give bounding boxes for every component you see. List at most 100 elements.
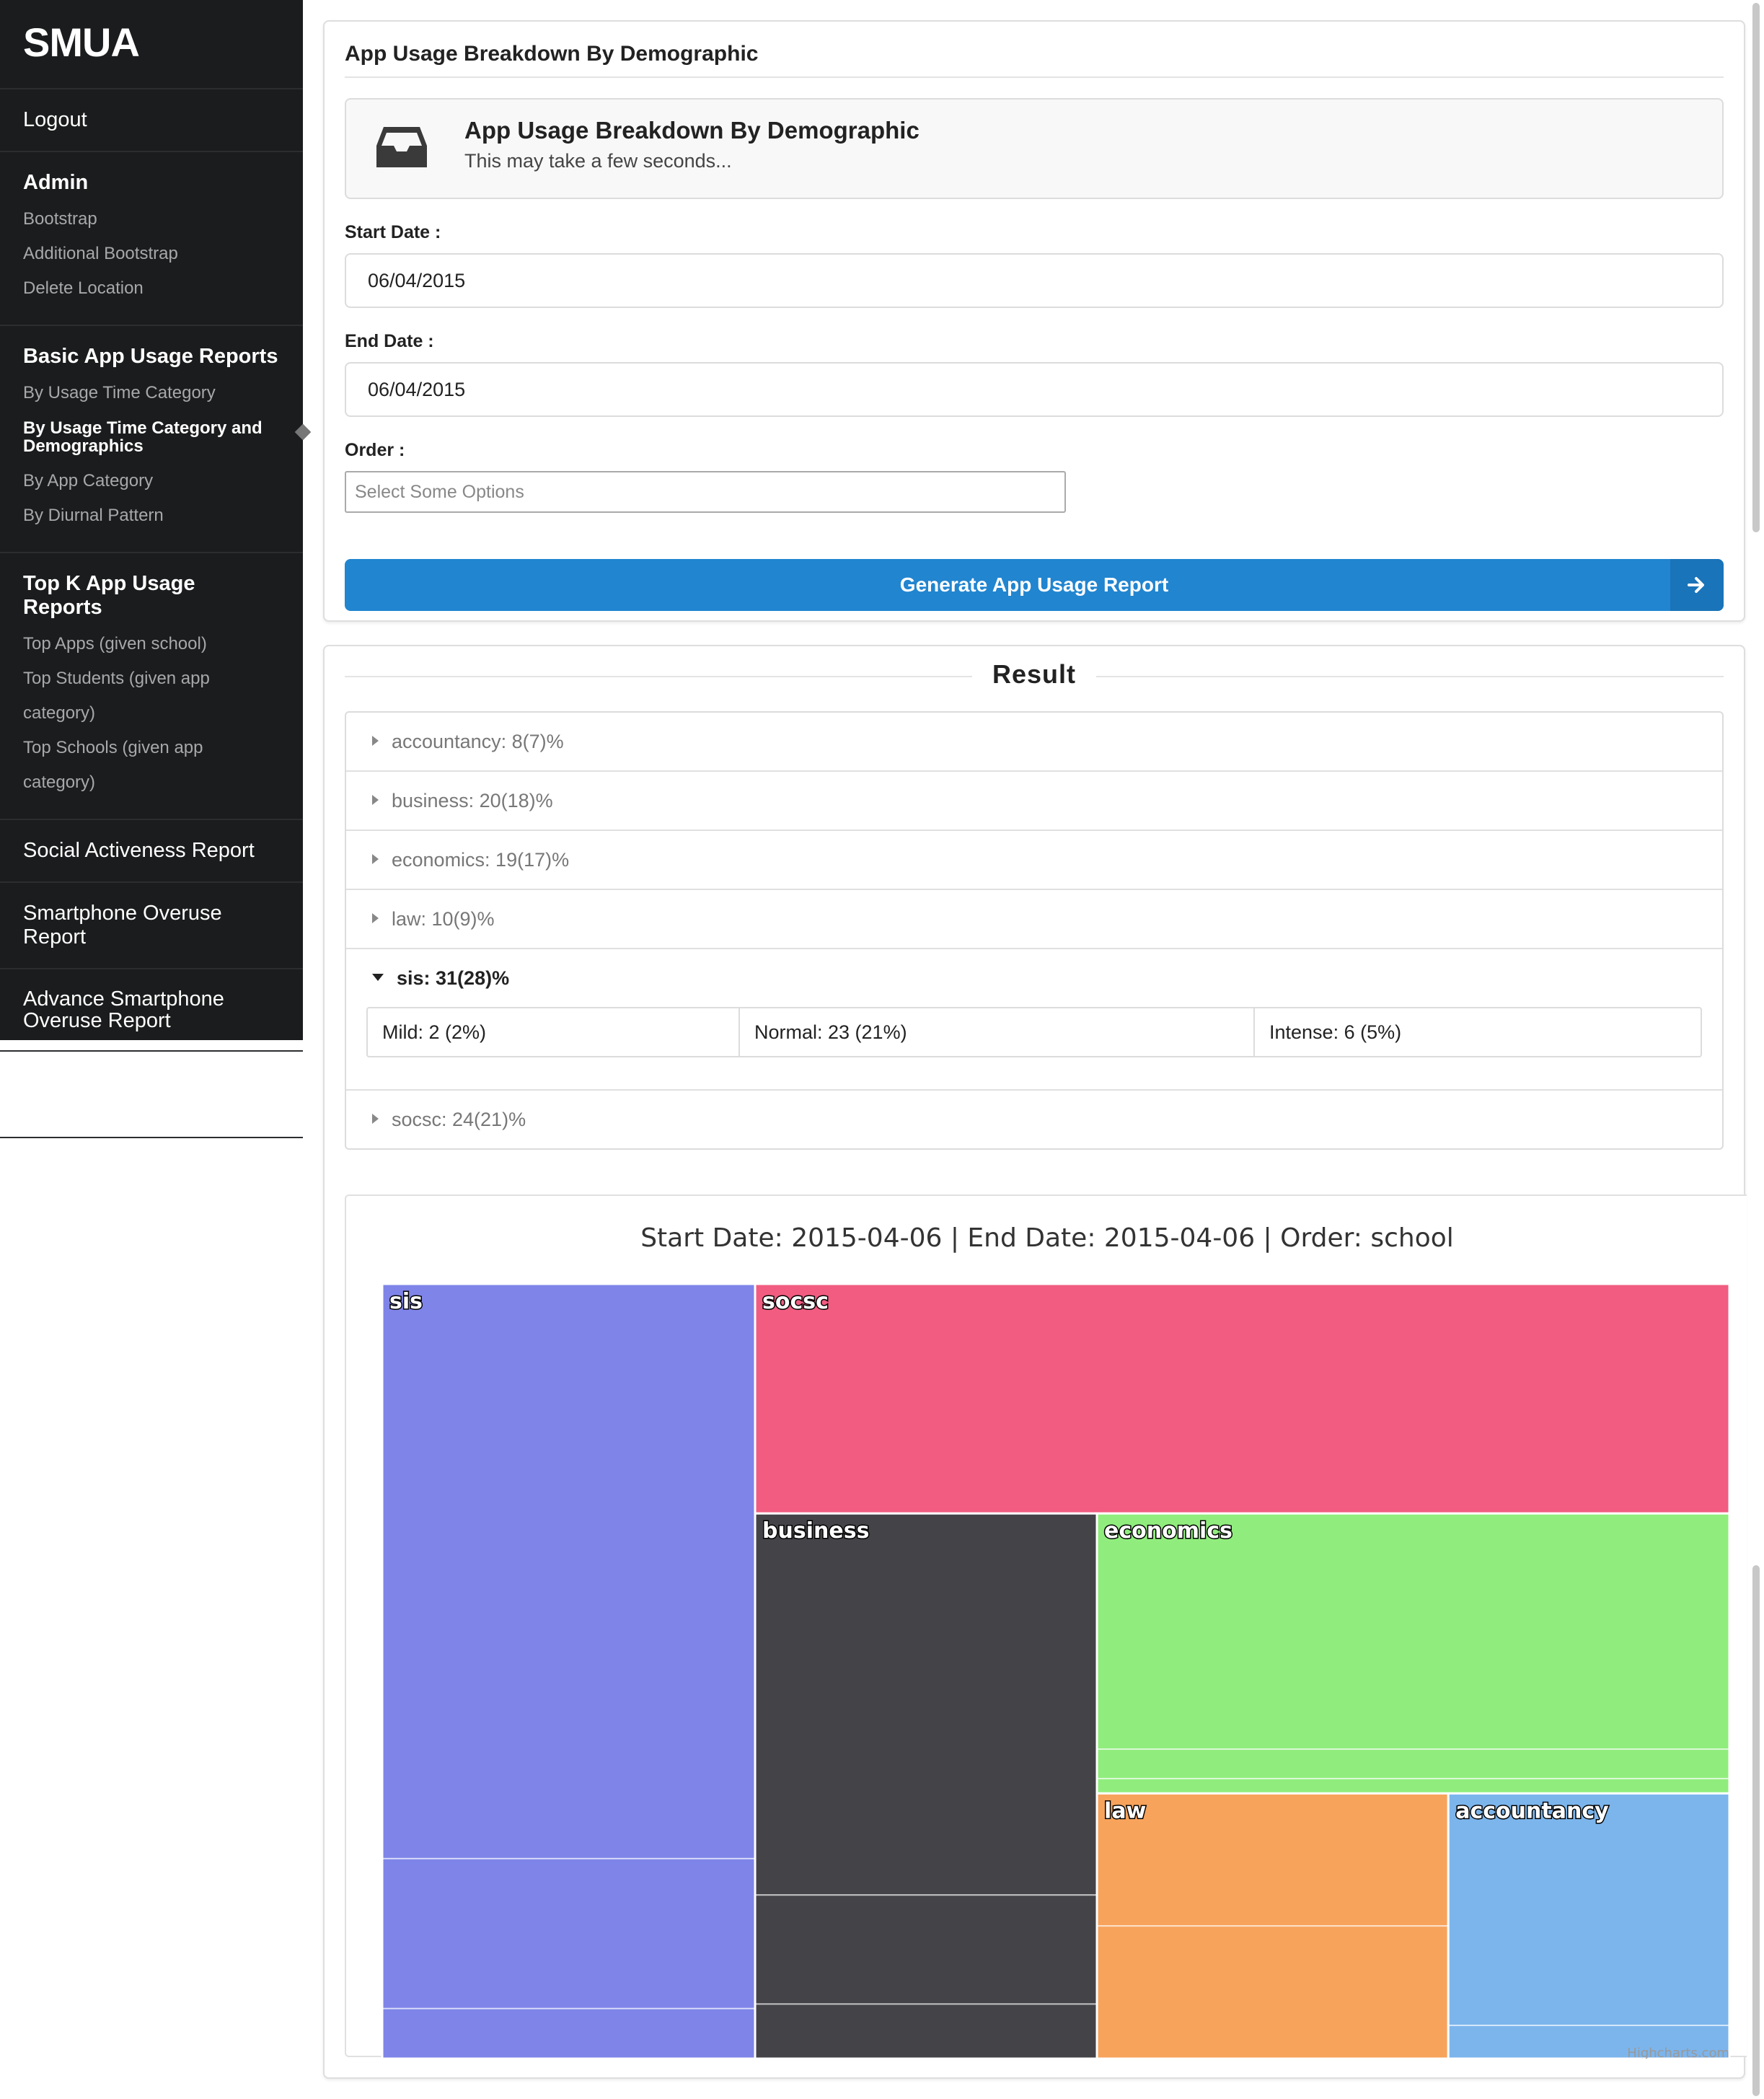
treemap-cell [754, 1283, 1730, 1515]
treemap-group-sis: sis [381, 1282, 757, 2059]
chart-credit: Highcharts.com [1627, 2046, 1729, 2059]
sidebar-item-delete-location[interactable]: Delete Location [23, 271, 280, 306]
accordion-label: accountancy: 8(7)% [392, 731, 564, 752]
result-accordion: accountancy: 8(7)% business: 20(18)% eco… [345, 711, 1724, 1150]
brand-logo[interactable]: SMUA [0, 0, 303, 89]
treemap-cell [382, 1857, 757, 2010]
treemap-cell [1096, 1748, 1730, 1779]
intense-cell: Intense: 6 (5%) [1269, 1021, 1402, 1043]
accordion-label: economics: 19(17)% [392, 849, 570, 871]
sidebar-header-basic: Basic App Usage Reports [23, 345, 278, 368]
result-segment: Result accountancy: 8(7)% business: 20(1… [323, 645, 1747, 2079]
treemap-group-economics: economics [1095, 1512, 1731, 1795]
accordion-title[interactable]: sis: 31(28)% [346, 949, 1722, 1007]
sidebar-item-diurnal-pattern[interactable]: By Diurnal Pattern [23, 498, 280, 533]
end-date-input[interactable]: 06/04/2015 [345, 362, 1724, 417]
order-label: Order : [345, 440, 405, 460]
sidebar: SMUA Logout Admin Bootstrap Additional B… [0, 0, 312, 1138]
accordion-label: business: 20(18)% [392, 790, 553, 811]
accordion-item-law: law: 10(9)% [346, 890, 1722, 949]
page-scrollbar-top[interactable] [1752, 3, 1760, 532]
result-divider: Result [345, 656, 1724, 697]
caret-right-icon [372, 735, 379, 746]
accordion-title[interactable]: socsc: 24(21)% [346, 1091, 1722, 1148]
treemap-cell [1096, 1925, 1450, 2059]
message-subtitle: This may take a few seconds... [464, 150, 732, 172]
sidebar-item-advance-overuse[interactable]: Advance Smartphone Overuse Report [0, 969, 303, 1052]
treemap-label-sis: sis [389, 1289, 423, 1314]
caret-right-icon [372, 853, 379, 864]
accordion-content: Mild: 2 (2%) Normal: 23 (21%) Intense: 6… [346, 1007, 1722, 1089]
accordion-title[interactable]: accountancy: 8(7)% [346, 713, 1722, 770]
treemap-cell [754, 1894, 1098, 2005]
mild-cell: Mild: 2 (2%) [368, 1008, 740, 1056]
result-title: Result [992, 659, 1077, 689]
accordion-item-economics: economics: 19(17)% [346, 831, 1722, 890]
accordion-item-sis: sis: 31(28)% Mild: 2 (2%) Normal: 23 (21… [346, 949, 1722, 1091]
accordion-item-business: business: 20(18)% [346, 772, 1722, 831]
sidebar-header-topk: Top K App Usage Reports [23, 572, 195, 619]
end-date-label: End Date : [345, 331, 434, 351]
sidebar-item-heatmap[interactable]: Smartphone Usage Heatmap [0, 1052, 303, 1138]
treemap-cell [382, 2007, 757, 2059]
accordion-item-socsc: socsc: 24(21)% [346, 1091, 1722, 1148]
sidebar-item-label: By Usage Time Category and Demographics [23, 418, 263, 456]
treemap-label-economics: economics [1104, 1518, 1232, 1544]
accordion-label: sis: 31(28)% [397, 967, 510, 989]
caret-right-icon [372, 794, 379, 805]
accordion-title[interactable]: business: 20(18)% [346, 772, 1722, 830]
treemap-group-business: business [754, 1512, 1098, 2059]
sidebar-group-basic: Basic App Usage Reports By Usage Time Ca… [0, 326, 312, 553]
treemap-cell [1096, 1777, 1730, 1795]
message-title: App Usage Breakdown By Demographic [464, 117, 920, 144]
treemap-cell [1096, 1792, 1450, 1927]
treemap-cell [754, 2003, 1098, 2059]
sidebar-item-overuse-report[interactable]: Smartphone Overuse Report [0, 883, 303, 969]
sidebar-item-usage-time-category[interactable]: By Usage Time Category [23, 376, 280, 410]
sidebar-item-additional-bootstrap[interactable]: Additional Bootstrap [23, 237, 280, 271]
treemap-label-socsc: socsc [762, 1289, 829, 1314]
treemap-label-law: law [1104, 1798, 1146, 1823]
generate-report-label: Generate App Usage Report [899, 573, 1169, 596]
treemap-cell [754, 1513, 1098, 1896]
start-date-input[interactable]: 06/04/2015 [345, 253, 1724, 308]
treemap-svg: Start Date: 2015-04-06 | End Date: 2015-… [381, 1223, 1731, 2059]
normal-cell: Normal: 23 (21%) [740, 1008, 1255, 1056]
treemap-label-accountancy: accountancy [1455, 1798, 1609, 1823]
sidebar-group-topk: Top K App Usage Reports Top Apps (given … [0, 553, 303, 820]
sidebar-item-social-activeness[interactable]: Social Activeness Report [0, 820, 303, 883]
sidebar-item-usage-demographics[interactable]: By Usage Time Category and Demographics [23, 410, 312, 464]
arrow-right-icon [1670, 559, 1724, 611]
order-multiselect[interactable]: Select Some Options [345, 471, 1066, 513]
start-date-label: Start Date : [345, 222, 441, 242]
inbox-icon [376, 127, 427, 167]
accordion-title[interactable]: economics: 19(17)% [346, 831, 1722, 889]
accordion-label: socsc: 24(21)% [392, 1109, 526, 1130]
report-form-segment: App Usage Breakdown By Demographic App U… [323, 20, 1745, 622]
page-scrollbar-bottom[interactable] [1752, 1565, 1760, 2096]
accordion-item-accountancy: accountancy: 8(7)% [346, 713, 1722, 772]
treemap-cell [1447, 1792, 1731, 2027]
sidebar-item-top-schools[interactable]: Top Schools (given app category) [23, 731, 280, 800]
treemap-cell [382, 1283, 757, 1860]
sidebar-group-admin: Admin Bootstrap Additional Bootstrap Del… [0, 152, 303, 326]
treemap-chart: Start Date: 2015-04-06 | End Date: 2015-… [345, 1194, 1747, 2059]
treemap-cell [1096, 1513, 1730, 1751]
accordion-label: law: 10(9)% [392, 908, 495, 930]
caret-right-icon [372, 912, 379, 923]
generate-report-button[interactable]: Generate App Usage Report [345, 559, 1724, 611]
treemap-label-business: business [762, 1518, 869, 1544]
breakdown-table-row: Mild: 2 (2%) Normal: 23 (21%) Intense: 6… [366, 1007, 1702, 1057]
sidebar-item-app-category[interactable]: By App Category [23, 464, 280, 498]
page-title: App Usage Breakdown By Demographic [345, 38, 1724, 78]
sidebar-item-top-apps[interactable]: Top Apps (given school) [23, 627, 280, 661]
sidebar-item-logout[interactable]: Logout [0, 89, 303, 152]
sidebar-item-top-students[interactable]: Top Students (given app category) [23, 661, 280, 731]
accordion-title[interactable]: law: 10(9)% [346, 890, 1722, 948]
sidebar-item-bootstrap[interactable]: Bootstrap [23, 202, 280, 237]
treemap-group-accountancy: accountancy [1447, 1792, 1731, 2059]
caret-right-icon [372, 1113, 379, 1124]
chart-title: Start Date: 2015-04-06 | End Date: 2015-… [640, 1223, 1454, 1253]
info-message: App Usage Breakdown By Demographic This … [345, 98, 1724, 199]
caret-down-icon [372, 973, 384, 981]
